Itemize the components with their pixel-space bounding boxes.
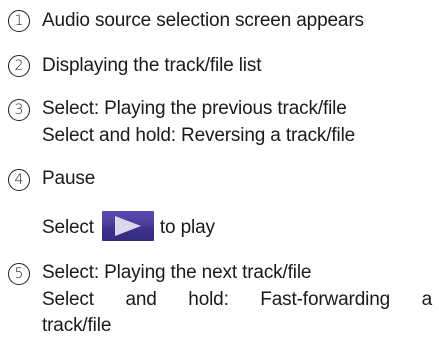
item-5-line-2: Select and hold: Fast-forwarding a — [42, 289, 432, 310]
step-number-3: 3 — [8, 99, 30, 121]
play-button[interactable] — [101, 211, 154, 241]
step-number-4: 4 — [8, 169, 30, 191]
item-4-text: Pause — [42, 168, 96, 189]
step-number-1: 1 — [8, 10, 30, 32]
item-2-text: Displaying the track/file list — [42, 55, 262, 76]
select-prefix: Select — [42, 217, 94, 238]
item-5-line-1: Select: Playing the next track/file — [42, 262, 312, 283]
item-3-line-2: Select and hold: Reversing a track/file — [42, 125, 356, 146]
step-number-5: 5 — [8, 263, 30, 285]
item-4-select-line: Select to play — [42, 211, 215, 241]
step-number-2: 2 — [8, 55, 30, 77]
play-icon — [114, 216, 141, 236]
item-3-line-1: Select: Playing the previous track/file — [42, 98, 347, 119]
select-suffix: to play — [159, 217, 215, 238]
item-5-line-3: track/file — [42, 315, 112, 336]
item-1-text: Audio source selection screen appears — [42, 10, 364, 31]
